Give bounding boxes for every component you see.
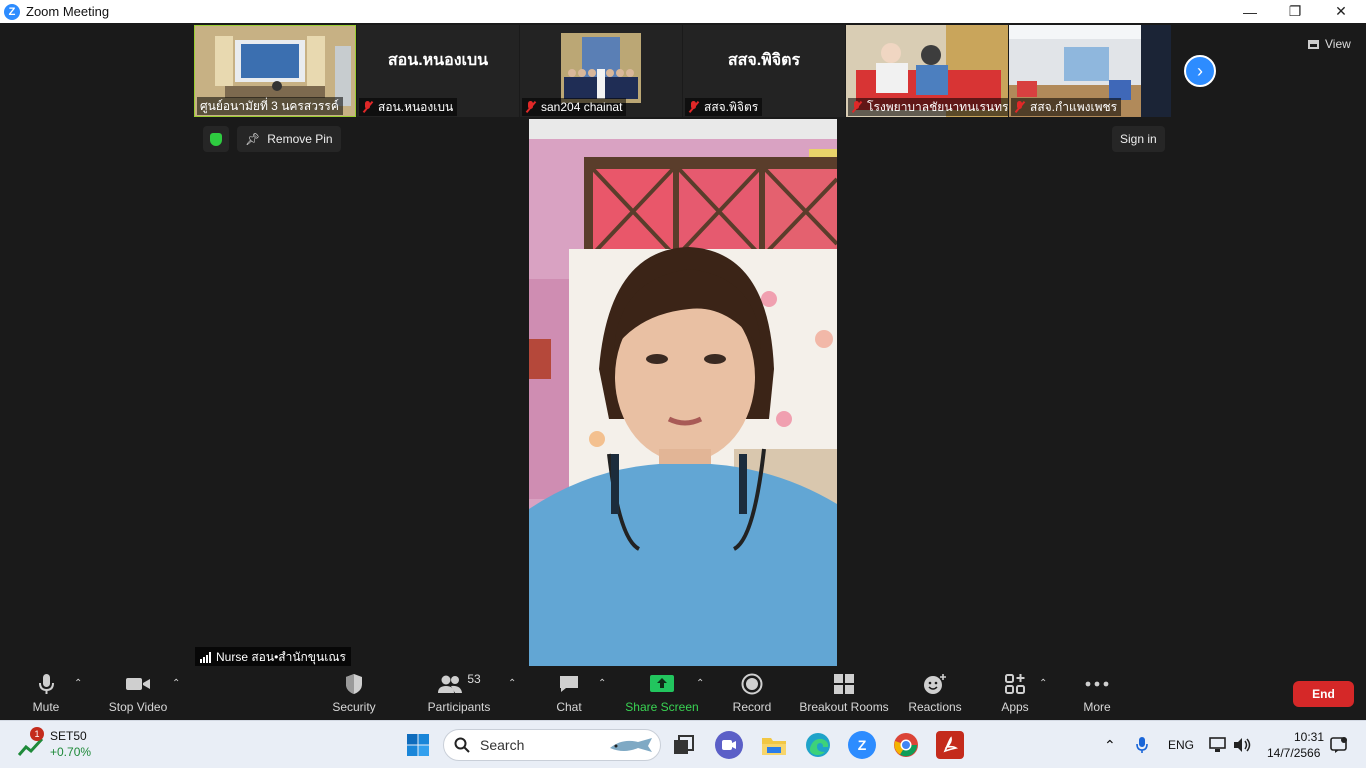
notification-center-icon[interactable] bbox=[1328, 731, 1350, 759]
breakout-rooms-icon bbox=[831, 672, 857, 696]
windows-start-icon[interactable] bbox=[404, 731, 432, 759]
active-speaker-name-tag: Nurse สอน•สำนักขุนเณร bbox=[195, 647, 351, 667]
speaker-video-frame bbox=[529, 119, 837, 667]
end-meeting-button[interactable]: End bbox=[1293, 681, 1354, 707]
microphone-icon bbox=[33, 672, 59, 696]
show-hidden-icons-chevron-up-icon[interactable]: ⌃ bbox=[1104, 737, 1116, 754]
search-highlight-icon bbox=[610, 738, 652, 752]
share-options-caret[interactable]: ⌃ bbox=[696, 678, 704, 689]
grid-icon bbox=[1308, 39, 1319, 49]
mic-muted-icon bbox=[525, 101, 537, 113]
clock-date[interactable]: 14/7/2566 bbox=[1267, 746, 1320, 760]
gallery-tile[interactable]: สอน.หนองเบน สอน.หนองเบน bbox=[357, 25, 519, 117]
participant-name: สสจ.กำแพงเพชร bbox=[1011, 98, 1122, 116]
encryption-shield-button[interactable] bbox=[203, 126, 229, 152]
task-view-icon[interactable] bbox=[670, 731, 698, 759]
zoom-logo-icon: Z bbox=[4, 3, 20, 20]
participants-icon: 53 bbox=[429, 672, 489, 696]
chrome-browser-icon[interactable] bbox=[892, 731, 920, 759]
participant-name: ศูนย์อนามัยที่ 3 นครสวรรค์ bbox=[197, 97, 343, 115]
active-speaker-video bbox=[529, 119, 837, 667]
record-icon bbox=[739, 672, 765, 696]
stop-video-button[interactable]: Stop Video bbox=[106, 666, 170, 720]
gallery-tile[interactable]: โรงพยาบาลชัยนาทนเรนทร bbox=[846, 25, 1008, 117]
volume-icon[interactable] bbox=[1230, 731, 1254, 759]
remove-pin-button[interactable]: 📌︎ Remove Pin bbox=[237, 126, 341, 152]
breakout-rooms-button[interactable]: Breakout Rooms bbox=[798, 666, 890, 720]
pin-icon: 📌︎ bbox=[245, 132, 261, 146]
share-screen-button[interactable]: Share Screen bbox=[624, 666, 700, 720]
shield-icon bbox=[210, 132, 222, 146]
input-language[interactable]: ENG bbox=[1168, 738, 1194, 752]
stock-widget[interactable]: 1 SET50 +0.70% bbox=[18, 727, 108, 763]
share-screen-icon bbox=[649, 672, 675, 696]
chat-button[interactable]: Chat bbox=[548, 666, 590, 720]
sign-in-button[interactable]: Sign in bbox=[1112, 126, 1165, 152]
mic-muted-icon bbox=[851, 101, 863, 113]
stock-name: SET50 bbox=[50, 729, 87, 743]
taskbar-search[interactable]: Search bbox=[443, 729, 661, 761]
shield-icon bbox=[341, 672, 367, 696]
more-dots-icon bbox=[1084, 672, 1110, 696]
meeting-stage: ศูนย์อนามัยที่ 3 นครสวรรค์ สอน.หนองเบน ส… bbox=[0, 23, 1366, 667]
smiley-plus-icon bbox=[922, 672, 948, 696]
gallery-tile[interactable]: ศูนย์อนามัยที่ 3 นครสวรรค์ bbox=[194, 25, 356, 117]
gallery-tile[interactable]: san204 chainat bbox=[520, 25, 682, 117]
participant-name: สสจ.พิจิตร bbox=[685, 98, 763, 116]
clock-time[interactable]: 10:31 bbox=[1294, 730, 1324, 744]
gallery-tile[interactable]: สสจ.พิจิตร สสจ.พิจิตร bbox=[683, 25, 845, 117]
edge-browser-icon[interactable] bbox=[804, 731, 832, 759]
signal-strength-icon bbox=[200, 651, 211, 663]
participant-display-name: สสจ.พิจิตร bbox=[727, 51, 801, 69]
zoom-app-icon[interactable]: Z bbox=[848, 731, 876, 759]
participants-options-caret[interactable]: ⌃ bbox=[508, 678, 516, 689]
file-explorer-icon[interactable] bbox=[760, 731, 788, 759]
reactions-button[interactable]: Reactions bbox=[906, 666, 964, 720]
next-page-button[interactable]: › bbox=[1184, 55, 1216, 87]
microphone-icon[interactable] bbox=[1130, 731, 1154, 759]
window-title: Zoom Meeting bbox=[26, 4, 110, 19]
notification-badge: 1 bbox=[30, 727, 44, 741]
record-button[interactable]: Record bbox=[728, 666, 776, 720]
apps-icon bbox=[1002, 672, 1028, 696]
apps-options-caret[interactable]: ⌃ bbox=[1039, 678, 1047, 689]
mic-muted-icon bbox=[362, 101, 374, 113]
mic-muted-icon bbox=[1014, 101, 1026, 113]
search-icon bbox=[454, 737, 470, 753]
apps-button[interactable]: Apps bbox=[996, 666, 1034, 720]
video-camera-icon bbox=[125, 672, 151, 696]
pdf-reader-icon[interactable] bbox=[936, 731, 964, 759]
participants-count: 53 bbox=[467, 672, 481, 686]
chat-bubble-icon bbox=[556, 672, 582, 696]
mute-button[interactable]: Mute bbox=[26, 666, 66, 720]
teams-chat-icon[interactable] bbox=[715, 731, 743, 759]
security-button[interactable]: Security bbox=[328, 666, 380, 720]
stock-change: +0.70% bbox=[50, 745, 92, 759]
participant-display-name: สอน.หนองเบน bbox=[387, 51, 489, 69]
restore-button[interactable]: ❐ bbox=[1272, 0, 1318, 23]
title-bar: Z Zoom Meeting — ❐ ✕ bbox=[0, 0, 1366, 23]
participants-button[interactable]: 53 Participants bbox=[426, 666, 492, 720]
close-button[interactable]: ✕ bbox=[1318, 0, 1364, 23]
minimize-button[interactable]: — bbox=[1227, 0, 1273, 23]
chat-options-caret[interactable]: ⌃ bbox=[598, 678, 606, 689]
windows-taskbar: 1 SET50 +0.70% Search Z ⌃ ENG 10:31 14/7… bbox=[0, 720, 1366, 768]
mic-muted-icon bbox=[688, 101, 700, 113]
chevron-right-icon: › bbox=[1197, 60, 1203, 81]
audio-options-caret[interactable]: ⌃ bbox=[74, 678, 82, 689]
meeting-toolbar: Mute ⌃ Stop Video ⌃ Security 53 Particip… bbox=[0, 666, 1366, 720]
gallery-tile[interactable]: สสจ.กำแพงเพชร bbox=[1009, 25, 1171, 117]
video-options-caret[interactable]: ⌃ bbox=[172, 678, 180, 689]
more-button[interactable]: More bbox=[1078, 666, 1116, 720]
network-icon[interactable] bbox=[1206, 731, 1230, 759]
participant-name: san204 chainat bbox=[522, 98, 627, 116]
participant-name: โรงพยาบาลชัยนาทนเรนทร bbox=[848, 98, 1008, 116]
view-button[interactable]: View bbox=[1302, 33, 1357, 55]
participant-name: สอน.หนองเบน bbox=[359, 98, 458, 116]
